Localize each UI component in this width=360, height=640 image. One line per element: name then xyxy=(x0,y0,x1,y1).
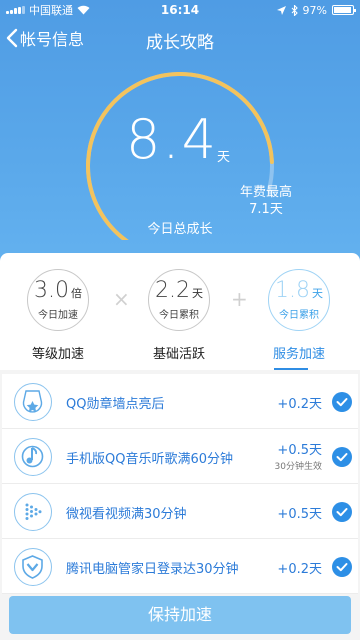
service-list: QQ勋章墙点亮后 +0.2天 手机版QQ音乐听歌满60分钟 +0.5天 30分钟… xyxy=(0,374,360,594)
service-speedup-caption: 今日累积 xyxy=(279,310,319,321)
annual-max-value: 7.1天 xyxy=(249,202,283,217)
list-item[interactable]: 腾讯电脑管家日登录达30分钟 +0.2天 xyxy=(2,539,358,594)
level-speedup-caption: 今日加速 xyxy=(38,310,78,321)
service-text: 微视看视频满30分钟 xyxy=(66,507,187,522)
multiply-sign: × xyxy=(113,287,130,311)
service-points: +0.2天 xyxy=(277,397,322,412)
service-points: +0.5天 xyxy=(277,443,322,458)
list-item[interactable]: QQ勋章墙点亮后 +0.2天 xyxy=(2,374,358,429)
growth-unit: 天 xyxy=(217,150,231,165)
basic-activity-bubble[interactable]: 2.2 天 今日累积 xyxy=(148,269,210,331)
growth-value-number: 8.4 xyxy=(126,108,218,171)
annual-max: 年费最高 7.1天 xyxy=(240,184,292,218)
basic-activity-caption: 今日累积 xyxy=(159,310,199,321)
service-note: 30分钟生效 xyxy=(274,462,322,472)
keep-speedup-button[interactable]: 保持加速 xyxy=(9,596,351,634)
list-item[interactable]: 手机版QQ音乐听歌满60分钟 +0.5天 30分钟生效 xyxy=(2,429,358,484)
battery-icon xyxy=(332,5,356,15)
service-text: QQ勋章墙点亮后 xyxy=(66,397,165,412)
plus-sign: + xyxy=(231,287,248,311)
list-item[interactable]: 微视看视频满30分钟 +0.5天 xyxy=(2,484,358,539)
today-growth-label: 今日总成长 xyxy=(147,222,213,237)
service-text: 手机版QQ音乐听歌满60分钟 xyxy=(66,452,234,467)
page-title: 成长攻略 xyxy=(146,33,214,53)
video-play-icon xyxy=(14,493,52,531)
active-tab-indicator xyxy=(274,368,308,370)
clock: 16:14 xyxy=(160,3,200,17)
status-bar: 中国联通 16:14 97% xyxy=(0,0,360,20)
check-icon xyxy=(332,502,352,522)
service-points: +0.2天 xyxy=(277,562,322,577)
service-text: 腾讯电脑管家日登录达30分钟 xyxy=(66,562,239,577)
check-icon xyxy=(332,557,352,577)
check-icon xyxy=(332,447,352,467)
tab-basic-activity[interactable]: 基础活跃 xyxy=(134,343,224,362)
tab-service-speedup[interactable]: 服务加速 xyxy=(254,343,344,362)
service-points: +0.5天 xyxy=(277,507,322,522)
check-icon xyxy=(332,392,352,412)
annual-max-label: 年费最高 xyxy=(240,185,293,200)
music-note-icon xyxy=(14,438,52,476)
service-speedup-bubble[interactable]: 1.8 天 今日累积 xyxy=(268,269,330,331)
basic-activity-value: 2.2 天 xyxy=(155,278,203,303)
shield-icon xyxy=(14,548,52,586)
medal-icon xyxy=(14,383,52,421)
service-speedup-value: 1.8 天 xyxy=(275,278,323,303)
nav-bar: 帐号信息 成长攻略 xyxy=(0,20,360,56)
growth-value: 8.4 xyxy=(0,108,360,171)
level-speedup-value: 3.0 倍 xyxy=(34,278,82,303)
level-speedup-bubble[interactable]: 3.0 倍 今日加速 xyxy=(27,269,89,331)
tab-level-speedup[interactable]: 等级加速 xyxy=(13,343,103,362)
